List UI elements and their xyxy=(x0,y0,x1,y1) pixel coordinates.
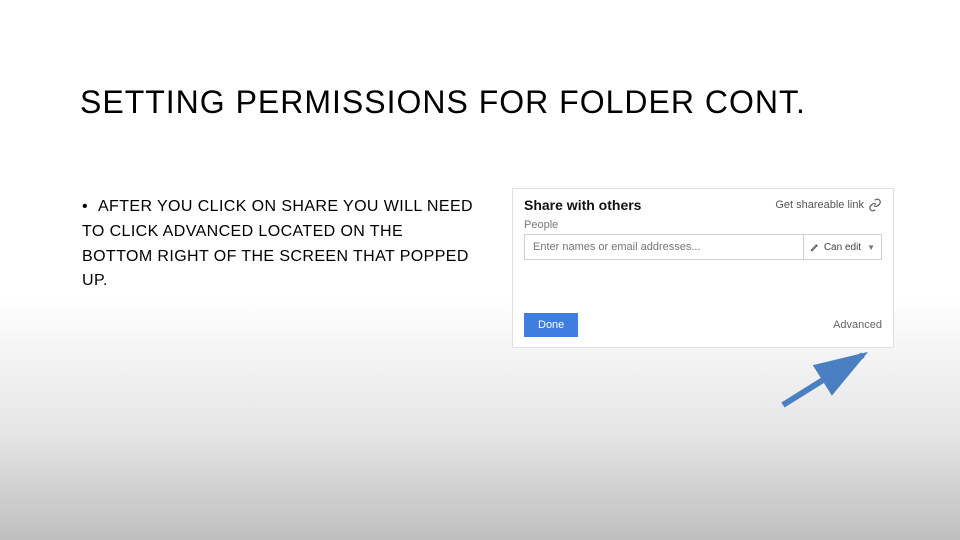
people-input[interactable] xyxy=(524,234,804,260)
dialog-title: Share with others xyxy=(524,197,641,213)
bullet-item: • AFTER YOU CLICK ON SHARE YOU WILL NEED… xyxy=(82,195,477,294)
bullet-dot: • xyxy=(82,195,88,220)
permission-dropdown[interactable]: Can edit ▼ xyxy=(804,234,882,260)
chevron-down-icon: ▼ xyxy=(867,243,875,252)
people-row: Can edit ▼ xyxy=(513,234,893,260)
permission-label: Can edit xyxy=(824,242,861,253)
bullet-text: AFTER YOU CLICK ON SHARE YOU WILL NEED T… xyxy=(82,198,473,289)
get-link-label: Get shareable link xyxy=(775,199,864,211)
people-label: People xyxy=(513,215,893,234)
pointer-arrow xyxy=(778,350,878,410)
pencil-icon xyxy=(810,242,820,252)
link-icon xyxy=(868,198,882,212)
share-dialog: Share with others Get shareable link Peo… xyxy=(512,188,894,348)
dialog-header: Share with others Get shareable link xyxy=(513,189,893,215)
get-shareable-link[interactable]: Get shareable link xyxy=(775,198,882,212)
done-button[interactable]: Done xyxy=(524,313,578,337)
advanced-link[interactable]: Advanced xyxy=(833,319,882,331)
dialog-footer: Done Advanced xyxy=(513,313,893,337)
slide-title: SETTING PERMISSIONS FOR FOLDER CONT. xyxy=(80,84,806,121)
